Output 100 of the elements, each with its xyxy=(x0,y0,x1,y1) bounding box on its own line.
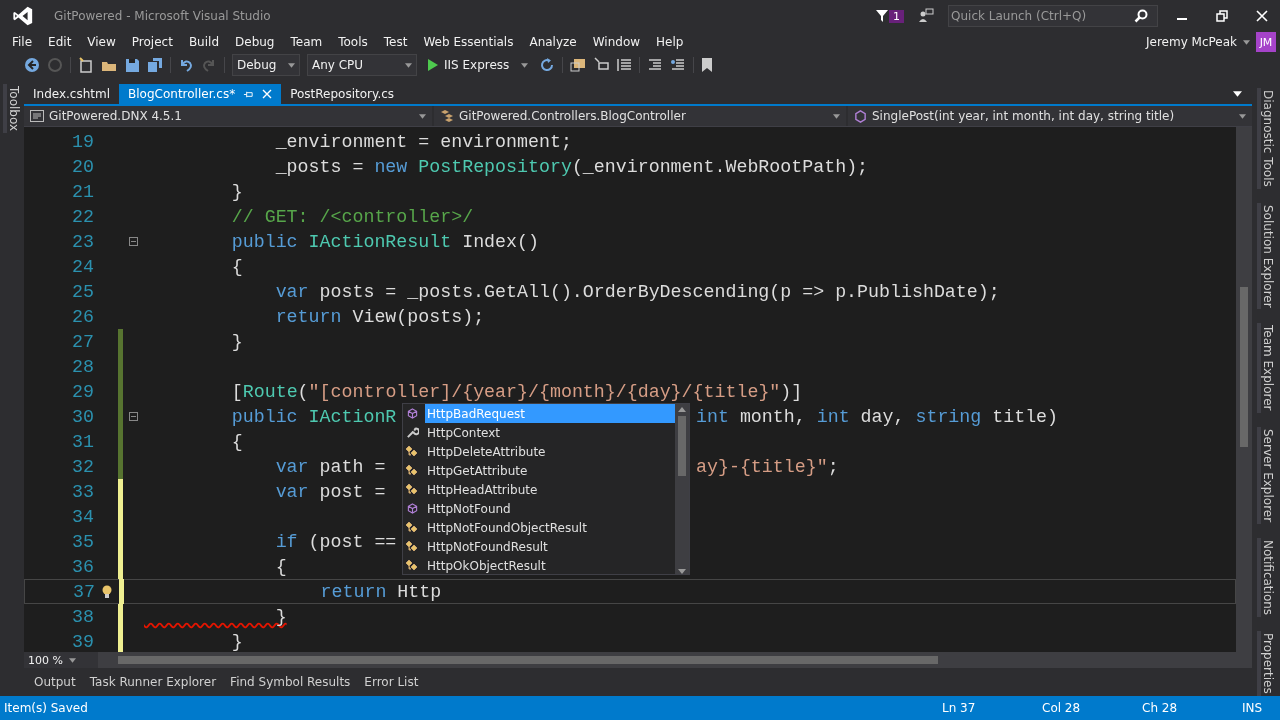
list-icon[interactable] xyxy=(616,57,633,73)
back-icon[interactable] xyxy=(24,57,40,73)
code-line: var post = xyxy=(274,481,386,502)
filter-icon[interactable] xyxy=(875,9,889,23)
scrollbar-thumb[interactable] xyxy=(1240,287,1248,447)
char-indicator: Ch 28 xyxy=(1142,701,1179,715)
save-all-icon[interactable] xyxy=(147,57,163,73)
line-number: 32 xyxy=(71,456,94,477)
tool-window-tab[interactable]: Notifications xyxy=(1257,538,1275,618)
menu-item[interactable]: Test xyxy=(375,35,416,49)
run-button[interactable]: IIS Express xyxy=(424,58,533,72)
indent-icon[interactable] xyxy=(647,57,664,73)
completion-item[interactable]: HttpDeleteAttribute xyxy=(403,442,675,461)
code-line: return Http xyxy=(319,581,442,602)
collapse-icon[interactable] xyxy=(128,412,138,421)
menu-item[interactable]: Help xyxy=(648,35,692,49)
caret-icon[interactable] xyxy=(1233,91,1242,97)
completion-item[interactable]: HttpContext xyxy=(403,423,675,442)
completion-item[interactable]: HttpNotFoundResult xyxy=(403,537,675,556)
menu-item[interactable]: Window xyxy=(584,35,649,49)
line-number: 19 xyxy=(71,131,94,152)
menu-item[interactable]: Tools xyxy=(330,35,376,49)
code-line: } xyxy=(274,606,287,627)
line-number: 30 xyxy=(71,406,94,427)
caret-icon xyxy=(288,62,295,68)
tool-window-tab[interactable]: Find Symbol Results xyxy=(224,675,357,689)
menu-item[interactable]: File xyxy=(4,35,41,49)
line-number: 20 xyxy=(71,156,94,177)
menu-item[interactable]: View xyxy=(79,35,124,49)
completion-scrollbar[interactable] xyxy=(675,404,689,574)
line-number: 36 xyxy=(71,556,94,577)
tool-window-tab[interactable]: Server Explorer xyxy=(1257,426,1275,525)
line-number: 21 xyxy=(71,181,94,202)
tool-window-tab[interactable]: Error List xyxy=(358,675,425,689)
class-icon xyxy=(405,444,419,459)
step-icon[interactable] xyxy=(593,57,610,73)
undo-icon[interactable] xyxy=(178,57,194,73)
user-avatar[interactable]: JM xyxy=(1256,32,1276,52)
member-dropdown[interactable]: SinglePost(int year, int month, int day, string title) xyxy=(848,106,1252,126)
collapse-icon[interactable] xyxy=(128,237,138,246)
menu-item[interactable]: Edit xyxy=(40,35,80,49)
class-dropdown[interactable]: GitPowered.Controllers.BlogController xyxy=(434,106,846,126)
bookmark-icon[interactable] xyxy=(701,57,714,73)
menu-item[interactable]: Analyze xyxy=(521,35,585,49)
code-line: } xyxy=(230,181,243,202)
insert-mode-indicator: INS xyxy=(1242,701,1264,715)
quick-launch-field[interactable]: Quick Launch (Ctrl+Q) xyxy=(948,5,1158,27)
vertical-scrollbar[interactable] xyxy=(1236,127,1252,652)
window-title: GitPowered - Microsoft Visual Studio xyxy=(54,9,271,23)
scroll-up-icon[interactable] xyxy=(678,407,686,412)
code-line: if (post == xyxy=(274,531,397,552)
platform-dropdown[interactable]: Any CPU xyxy=(307,54,417,76)
menu-item[interactable]: Debug xyxy=(227,35,283,49)
completion-item[interactable]: HttpNotFound xyxy=(403,499,675,518)
scroll-down-icon[interactable] xyxy=(678,569,686,574)
save-icon[interactable] xyxy=(124,57,140,73)
completion-item[interactable]: HttpNotFoundObjectResult xyxy=(403,518,675,537)
tool-window-tab[interactable]: Output xyxy=(28,675,82,689)
zoom-dropdown[interactable]: 100 % xyxy=(24,652,98,668)
scrollbar-thumb[interactable] xyxy=(118,656,938,664)
line-number: 25 xyxy=(71,281,94,302)
new-project-icon[interactable] xyxy=(78,57,94,73)
tool-window-tab[interactable]: Diagnostic Tools xyxy=(1257,88,1275,189)
menu-item[interactable]: Web Essentials xyxy=(415,35,522,49)
tool-window-tab[interactable]: Team Explorer xyxy=(1257,323,1275,413)
project-dropdown[interactable]: GitPowered.DNX 4.5.1 xyxy=(24,106,432,126)
line-number: 39 xyxy=(71,631,94,652)
code-line: var posts = _posts.GetAll().OrderByDescending(p => p.PublishDate); xyxy=(274,281,1000,302)
refresh-icon[interactable] xyxy=(539,57,556,73)
comment-lines-icon[interactable] xyxy=(670,57,687,73)
tool-window-tab[interactable]: Solution Explorer xyxy=(1257,202,1275,310)
lightbulb-icon[interactable] xyxy=(101,584,113,599)
code-line: public IActionR xyxy=(230,406,397,427)
document-tab[interactable]: PostRepository.cs xyxy=(281,84,404,104)
code-line: var path = xyxy=(274,456,386,477)
line-number: 37 xyxy=(72,581,95,602)
menu-item[interactable]: Project xyxy=(123,35,181,49)
restore-icon[interactable] xyxy=(1216,10,1228,22)
configuration-dropdown[interactable]: Debug xyxy=(232,54,300,76)
completion-item[interactable]: HttpOkObjectResult xyxy=(403,556,675,575)
horizontal-scrollbar[interactable] xyxy=(98,652,1252,668)
caret-icon xyxy=(833,113,840,119)
code-line: { xyxy=(230,256,243,277)
close-icon[interactable] xyxy=(1256,10,1268,22)
caret-icon xyxy=(68,657,76,663)
line-number: 35 xyxy=(71,531,94,552)
class-icon xyxy=(405,482,419,497)
scrollbar-thumb[interactable] xyxy=(678,416,686,476)
document-tab[interactable]: BlogController.cs* xyxy=(119,84,282,104)
caret-icon xyxy=(405,62,412,68)
completion-item[interactable]: HttpGetAttribute xyxy=(403,461,675,480)
menu-item[interactable]: Team xyxy=(282,35,331,49)
window-icon[interactable] xyxy=(570,57,587,73)
user-name[interactable]: Jeremy McPeak xyxy=(1145,35,1237,49)
menu-item[interactable]: Build xyxy=(180,35,227,49)
document-tab[interactable]: Index.cshtml xyxy=(24,84,120,104)
completion-item[interactable]: HttpHeadAttribute xyxy=(403,480,675,499)
feedback-icon[interactable] xyxy=(918,8,934,24)
notification-badge[interactable]: 1 xyxy=(889,9,904,23)
tool-window-tab[interactable]: Task Runner Explorer xyxy=(83,675,223,689)
